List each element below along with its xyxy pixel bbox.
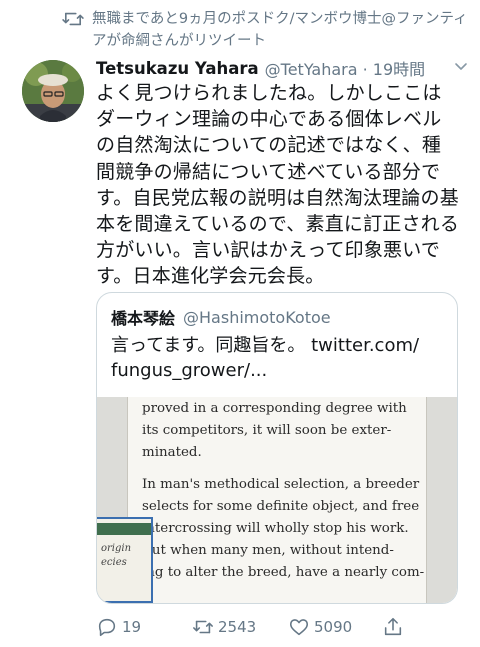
handle-and-time[interactable]: @TetYahara · 19時間: [265, 56, 426, 80]
tweet-text-line: す。日本進化学会元会長。: [96, 265, 325, 288]
quoted-tweet[interactable]: 橋本琴絵 @HashimotoKotoe 言ってます。同趣旨を。 twitter…: [96, 292, 458, 604]
share-icon: [384, 617, 402, 636]
book-cover-thumbnail: origin ecies: [97, 517, 153, 603]
retweet-count: 2543: [218, 618, 257, 636]
reply-icon: [98, 618, 116, 637]
book-text-line: minated.: [142, 445, 202, 460]
book-text-line: In man's methodical selection, a breeder: [142, 477, 420, 492]
tweet-header: Tetsukazu Yahara @TetYahara · 19時間: [96, 56, 470, 80]
avatar[interactable]: [22, 60, 84, 122]
book-text-line: But when many men, without intend-: [142, 543, 394, 558]
tweet-text-line: す。自民党広報の説明は自然淘汰理論の基: [96, 186, 459, 209]
tweet-text-line: 本を間違えているので、素直に訂正される: [96, 213, 460, 236]
quoted-link[interactable]: fungus_grower/...: [111, 358, 447, 383]
book-cover-text: origin: [101, 543, 132, 554]
book-text-line: intercrossing will wholly stop his work.: [142, 521, 409, 536]
quoted-text-line: 言ってます。同趣旨を。 twitter.com/: [111, 335, 420, 356]
retweet-attribution[interactable]: 無職まであと9ヵ月のポスドク/マンボウ博士@ファンティアが命綱さんがリツイート: [62, 8, 472, 52]
like-button[interactable]: 5090: [288, 616, 352, 638]
share-button[interactable]: [382, 616, 404, 638]
quoted-media-image[interactable]: proved in a corresponding degree with it…: [97, 397, 457, 603]
book-text-line: proved in a corresponding degree with: [142, 401, 407, 416]
display-name[interactable]: Tetsukazu Yahara: [96, 59, 259, 78]
avatar-image: [22, 60, 84, 122]
book-text-line: selects for some definite object, and fr…: [142, 499, 420, 514]
tweet-text-line: 方がいい。言い訳はかえって印象悪いで: [96, 239, 441, 262]
book-cover-band: [97, 523, 151, 535]
book-text-line: ing to alter the breed, have a nearly co…: [142, 565, 425, 580]
tweet-text-line: 間競争の帰結について述べている部分で: [96, 160, 441, 183]
retweet-attribution-text: 無職まであと9ヵ月のポスドク/マンボウ博士@ファンティアが命綱さんがリツイート: [92, 11, 468, 49]
retweet-button[interactable]: 2543: [192, 616, 256, 638]
quoted-tweet-text: 言ってます。同趣旨を。 twitter.com/ fungus_grower/.…: [111, 333, 447, 383]
quoted-handle: @HashimotoKotoe: [183, 307, 331, 327]
retweet-icon: [62, 12, 84, 26]
quoted-tweet-header: 橋本琴絵 @HashimotoKotoe: [111, 305, 331, 329]
book-cover-text: ecies: [101, 557, 127, 568]
tweet-actions: 19 2543 5090: [96, 616, 436, 640]
reply-button[interactable]: 19: [96, 616, 141, 638]
book-page: proved in a corresponding degree with it…: [127, 397, 427, 603]
like-count: 5090: [314, 618, 353, 636]
tweet-text-line: ダーウィン理論の中心である個体レベル: [96, 108, 442, 131]
heart-icon: [289, 619, 309, 636]
retweet-icon: [193, 620, 213, 634]
book-text-line: its competitors, it will soon be exter-: [142, 423, 392, 438]
quoted-display-name: 橋本琴絵: [111, 309, 176, 328]
chevron-down-icon[interactable]: [454, 62, 468, 72]
tweet-text-line: よく見つけられましたね。しかしここは: [96, 82, 442, 104]
tweet-text-line: の自然淘汰についての記述ではなく、種: [96, 134, 442, 157]
reply-count: 19: [122, 618, 142, 636]
tweet-text: よく見つけられましたね。しかしここは ダーウィン理論の中心である個体レベル の自…: [96, 80, 468, 290]
